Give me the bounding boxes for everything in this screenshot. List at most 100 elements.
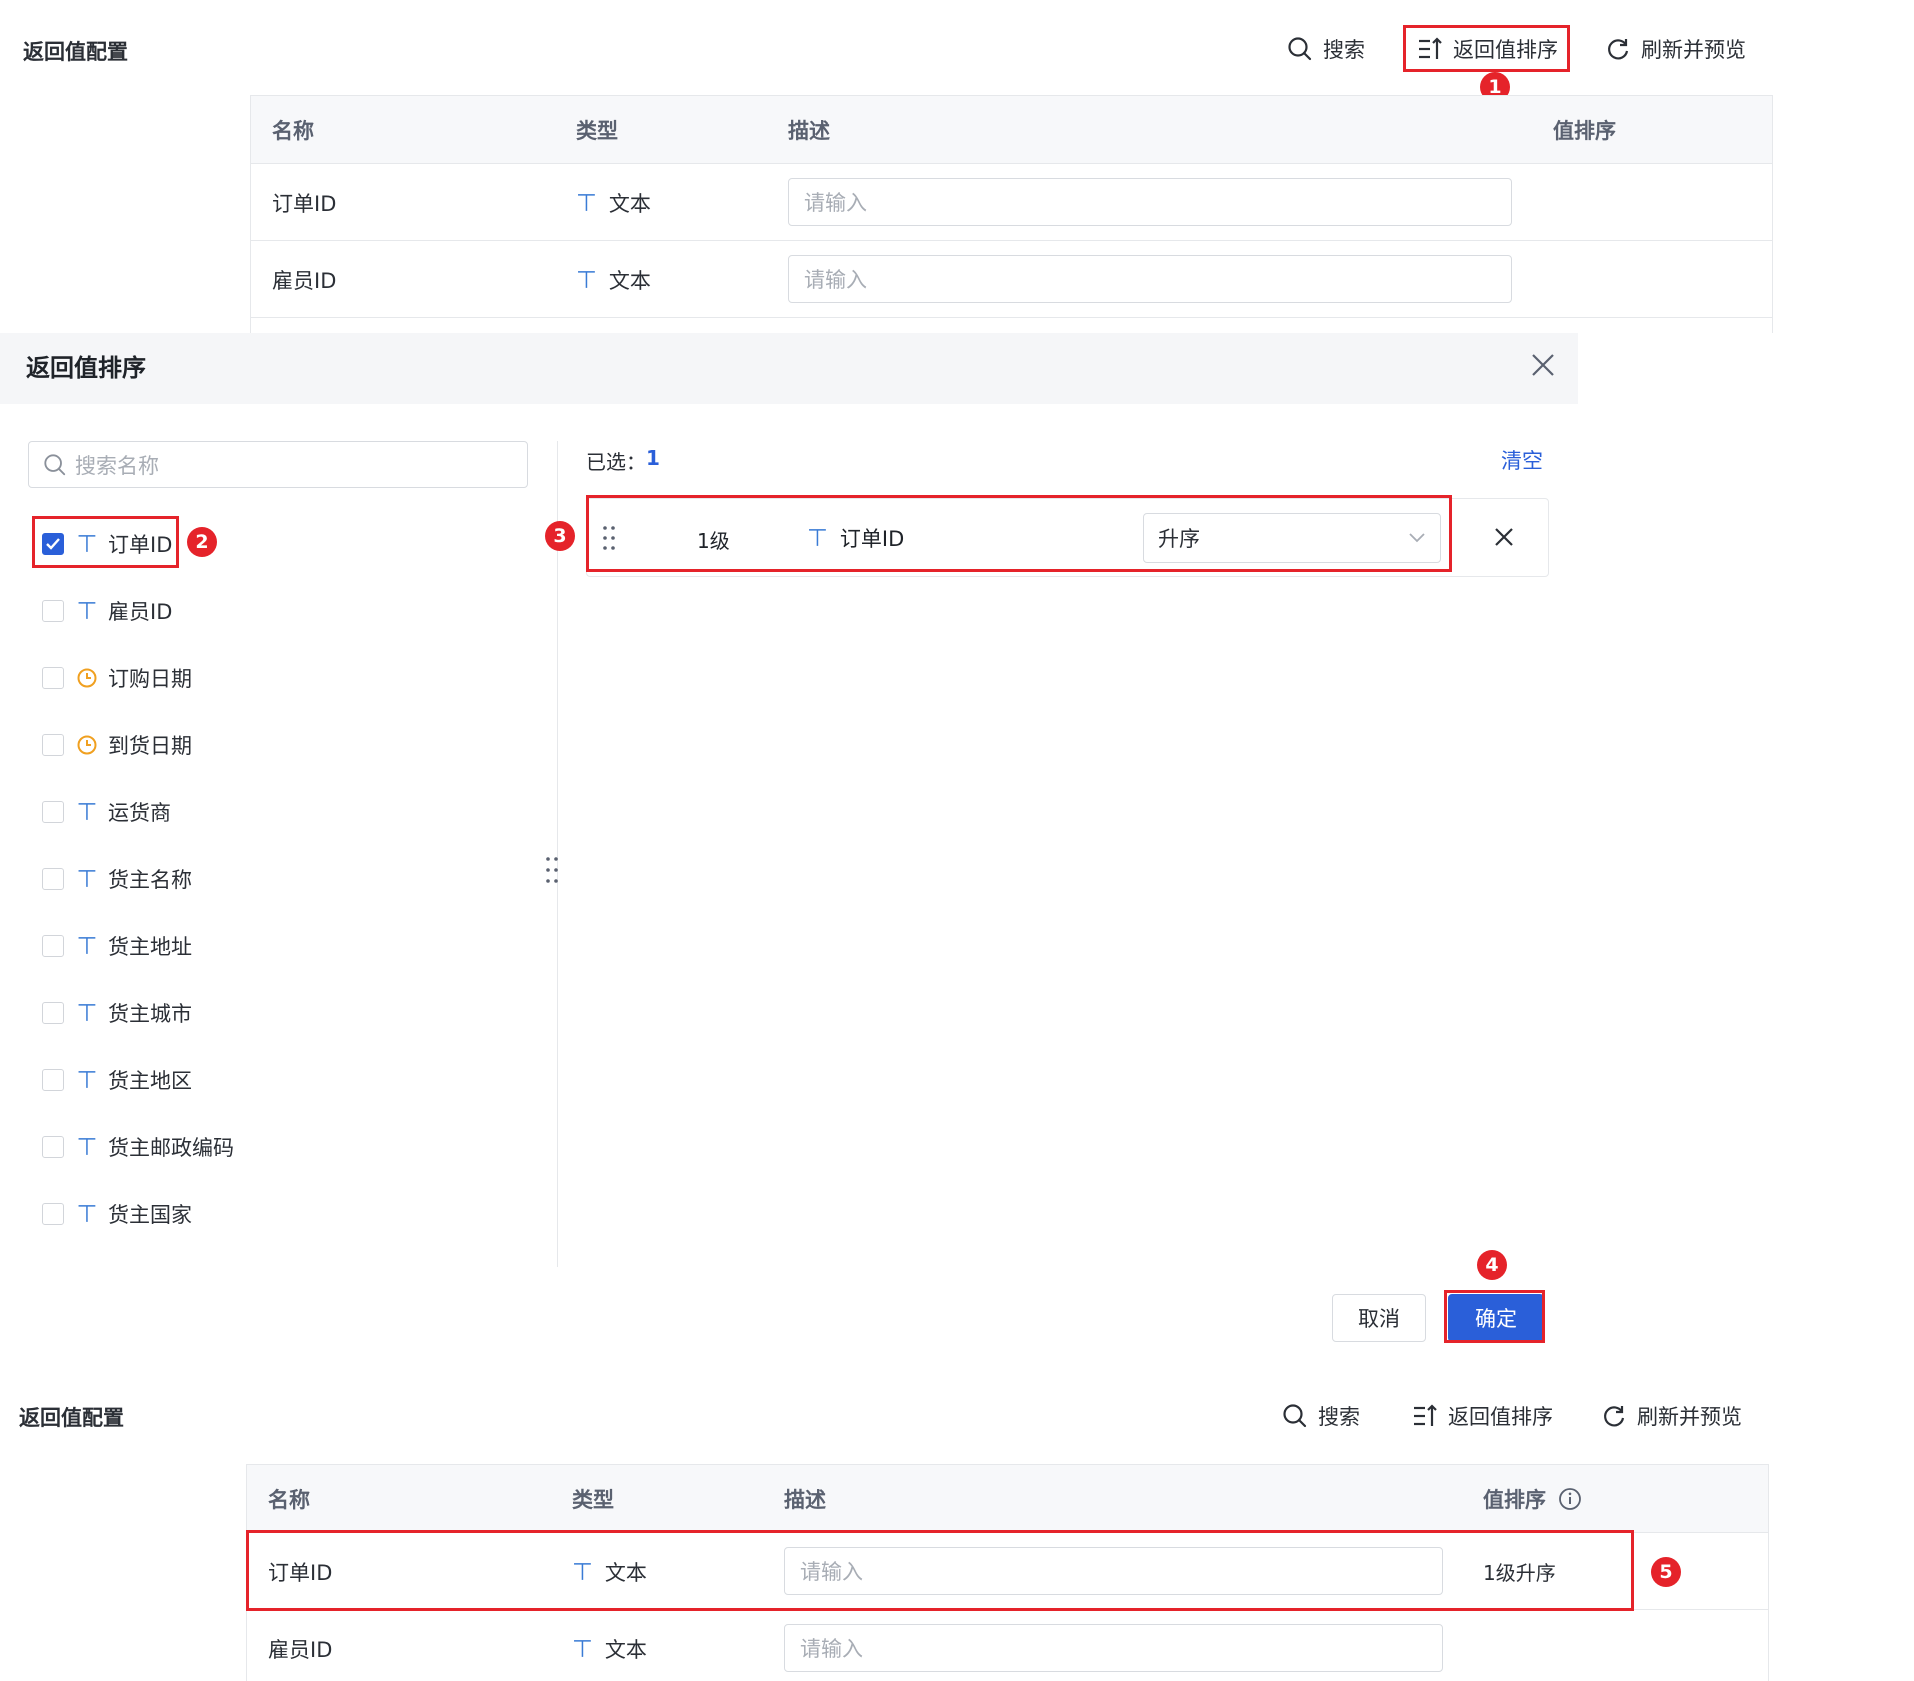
checkbox-checked[interactable]	[42, 533, 64, 555]
section-title: 返回值配置	[23, 40, 128, 64]
header-name: 名称	[272, 119, 314, 143]
table-header: 名称 类型 描述 值排序	[247, 1465, 1768, 1533]
row-sort-value: 1级升序	[1483, 1561, 1556, 1585]
header-sort: 值排序	[1483, 1465, 1582, 1533]
header-sort: 值排序	[1553, 119, 1616, 143]
text-type-icon: ⊤	[76, 798, 98, 826]
checkbox[interactable]	[42, 600, 64, 622]
checkbox[interactable]	[42, 935, 64, 957]
field-item-order-id[interactable]: ⊤ 订单ID	[42, 524, 172, 564]
step-badge: 4	[1477, 1250, 1507, 1280]
refresh-label: 刷新并预览	[1641, 38, 1746, 62]
header-sort-label: 值排序	[1483, 1488, 1546, 1512]
checkbox[interactable]	[42, 1136, 64, 1158]
step-badge: 5	[1651, 1557, 1681, 1587]
sort-button[interactable]: 返回值排序	[1417, 34, 1558, 64]
clear-link[interactable]: 清空	[1501, 445, 1543, 475]
sort-button[interactable]: 返回值排序	[1412, 1401, 1553, 1431]
selected-sort-row: 1级 ⊤ 订单ID 升序	[586, 498, 1549, 577]
field-item[interactable]: 订购日期	[42, 658, 192, 698]
checkbox[interactable]	[42, 667, 64, 689]
field-item[interactable]: 到货日期	[42, 725, 192, 765]
field-label: 订单ID	[108, 533, 173, 557]
field-item[interactable]: ⊤ 货主地区	[42, 1060, 192, 1100]
panel-divider	[557, 441, 558, 1267]
row-name: 雇员ID	[268, 1637, 333, 1662]
field-label: 到货日期	[108, 734, 192, 758]
refresh-preview-button[interactable]: 刷新并预览	[1605, 34, 1746, 64]
checkbox[interactable]	[42, 1002, 64, 1024]
field-item[interactable]: ⊤ 货主地址	[42, 926, 192, 966]
row-type: 文本	[608, 268, 651, 293]
selected-number: 1	[646, 446, 660, 470]
search-button[interactable]: 搜索	[1287, 34, 1365, 64]
resize-handle-icon[interactable]	[545, 856, 559, 884]
sort-label: 返回值排序	[1448, 1405, 1553, 1429]
dialog-header	[0, 333, 1578, 404]
text-type-icon: ⊤	[76, 1200, 98, 1228]
sort-field: ⊤ 订单ID	[807, 523, 904, 553]
field-label: 货主城市	[108, 1002, 192, 1026]
search-label: 搜索	[1323, 38, 1365, 62]
selected-label: 已选：	[586, 450, 646, 474]
field-label: 货主地址	[108, 935, 192, 959]
row-name: 雇员ID	[272, 268, 337, 293]
header-desc: 描述	[784, 1488, 826, 1512]
row-name: 订单ID	[272, 191, 337, 216]
text-type-icon: ⊤	[576, 265, 597, 294]
field-label: 订购日期	[108, 667, 192, 691]
info-icon[interactable]	[1558, 1487, 1582, 1511]
search-placeholder: 搜索名称	[75, 453, 159, 478]
checkbox[interactable]	[42, 734, 64, 756]
confirm-button[interactable]: 确定	[1448, 1294, 1544, 1342]
step-badge: 2	[187, 527, 217, 557]
sort-field-label: 订单ID	[839, 527, 905, 551]
field-search-input[interactable]: 搜索名称	[28, 441, 528, 488]
search-icon	[1282, 1403, 1308, 1429]
field-item[interactable]: ⊤ 货主名称	[42, 859, 192, 899]
cancel-button[interactable]: 取消	[1332, 1294, 1426, 1342]
refresh-icon	[1605, 36, 1631, 62]
search-icon	[43, 453, 67, 477]
field-item[interactable]: ⊤ 运货商	[42, 792, 171, 832]
checkbox[interactable]	[42, 1069, 64, 1091]
desc-input[interactable]: 请输入	[788, 178, 1512, 226]
field-label: 货主名称	[108, 868, 192, 892]
drag-handle-icon[interactable]	[602, 525, 616, 551]
table-row: 雇员ID ⊤ 文本 请输入	[251, 241, 1772, 318]
sort-order-select[interactable]: 升序	[1143, 513, 1441, 563]
section-title: 返回值配置	[19, 1406, 124, 1430]
table-row: 订单ID ⊤ 文本 请输入 1级升序	[247, 1533, 1768, 1610]
search-button[interactable]: 搜索	[1282, 1401, 1360, 1431]
text-type-icon: ⊤	[576, 188, 597, 217]
refresh-preview-button[interactable]: 刷新并预览	[1601, 1401, 1742, 1431]
text-type-icon: ⊤	[572, 1634, 593, 1663]
field-label: 货主国家	[108, 1203, 192, 1227]
field-item[interactable]: ⊤ 雇员ID	[42, 591, 172, 631]
header-type: 类型	[576, 119, 618, 143]
sort-level: 1级	[697, 529, 730, 553]
header-desc: 描述	[788, 119, 830, 143]
field-item[interactable]: ⊤ 货主邮政编码	[42, 1127, 234, 1167]
dialog-title: 返回值排序	[26, 354, 146, 382]
checkbox[interactable]	[42, 801, 64, 823]
field-item[interactable]: ⊤ 货主国家	[42, 1194, 192, 1234]
table-row: 雇员ID ⊤ 文本 请输入	[247, 1610, 1768, 1681]
desc-input[interactable]: 请输入	[788, 255, 1512, 303]
checkbox[interactable]	[42, 868, 64, 890]
desc-input[interactable]: 请输入	[784, 1624, 1443, 1672]
field-item[interactable]: ⊤ 货主城市	[42, 993, 192, 1033]
header-name: 名称	[268, 1488, 310, 1512]
text-type-icon: ⊤	[76, 1133, 98, 1161]
close-icon[interactable]	[1530, 352, 1556, 378]
remove-icon[interactable]	[1493, 526, 1515, 548]
desc-input[interactable]: 请输入	[784, 1547, 1443, 1595]
text-type-icon: ⊤	[76, 932, 98, 960]
row-type: 文本	[604, 1637, 647, 1662]
field-label: 雇员ID	[108, 600, 173, 624]
clock-icon	[76, 667, 98, 689]
checkbox[interactable]	[42, 1203, 64, 1225]
field-label: 货主地区	[108, 1069, 192, 1093]
text-type-icon: ⊤	[76, 1066, 98, 1094]
text-type-icon: ⊤	[76, 530, 98, 558]
